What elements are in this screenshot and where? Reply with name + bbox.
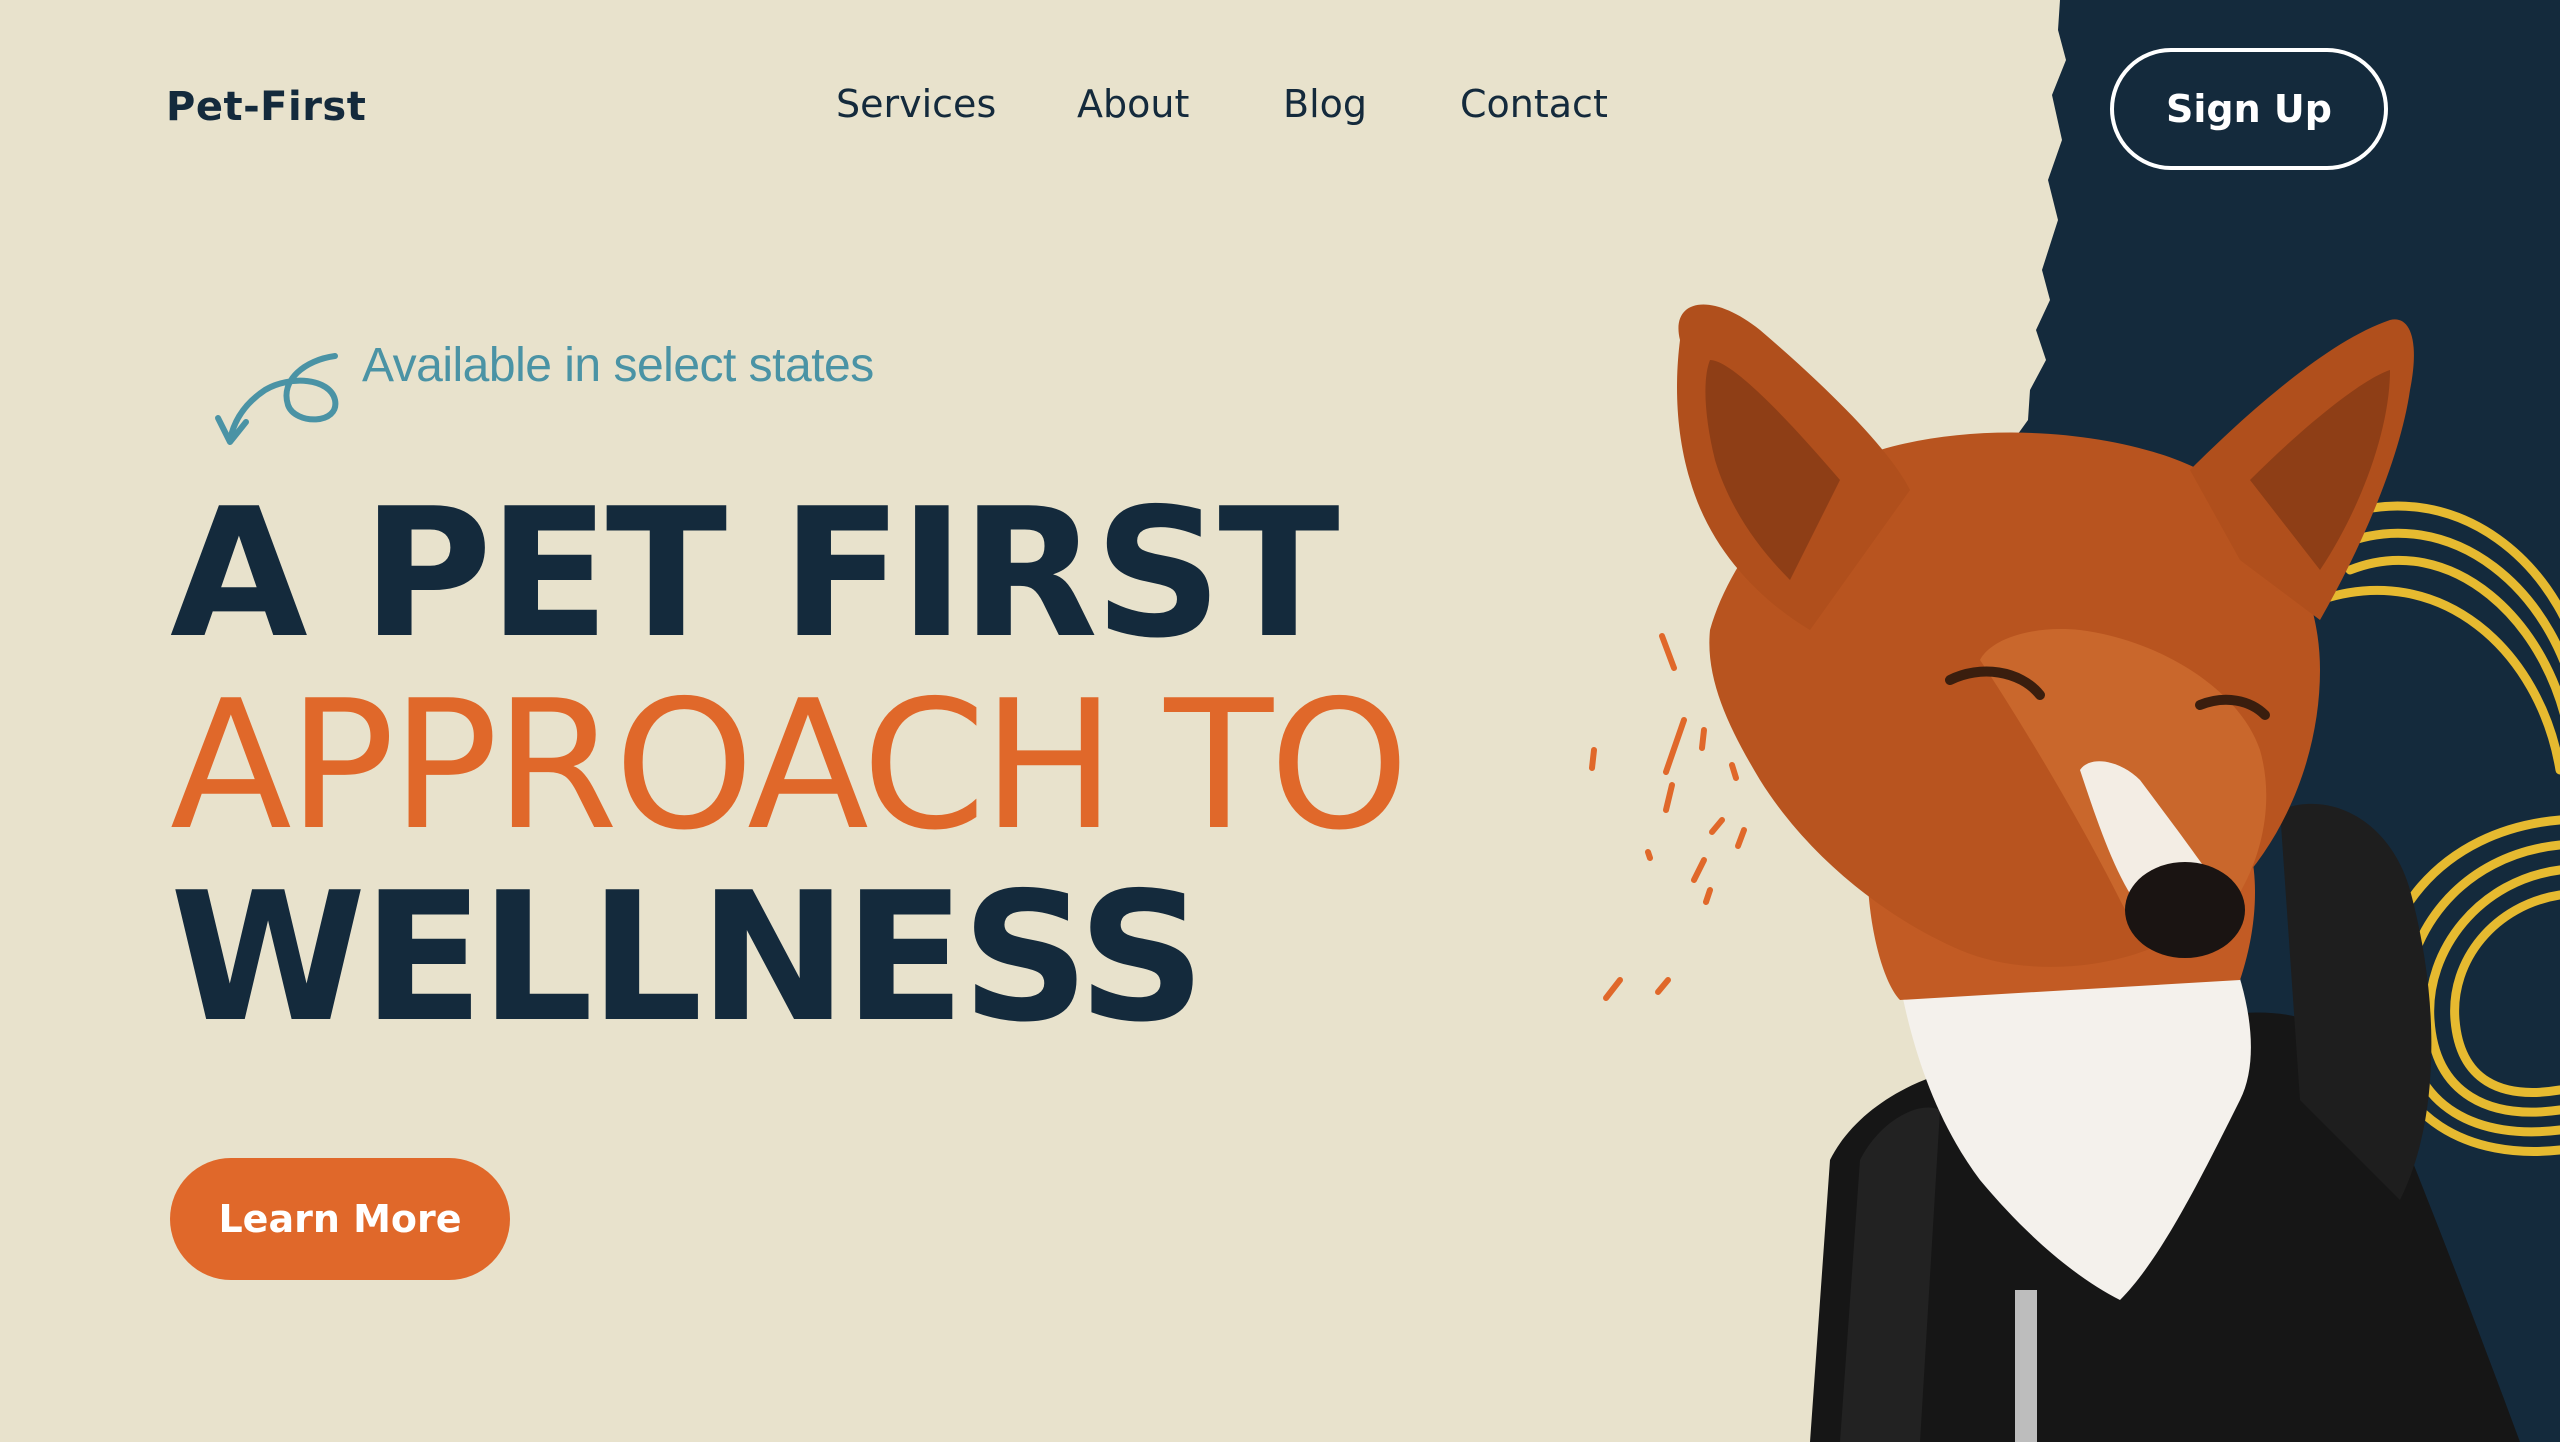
nav-services[interactable]: Services: [836, 82, 996, 126]
sign-up-button[interactable]: Sign Up: [2110, 48, 2388, 170]
availability-tagline: Available in select states: [362, 339, 874, 392]
curly-arrow-icon: [215, 353, 339, 445]
learn-more-button[interactable]: Learn More: [170, 1158, 510, 1280]
nav-blog[interactable]: Blog: [1283, 82, 1367, 126]
headline-line-2: APPROACH TO: [170, 662, 1409, 869]
headline-line-1: A PET FIRST: [170, 470, 1340, 677]
headline-line-3: WELLNESS: [170, 854, 1206, 1061]
nav-about[interactable]: About: [1077, 82, 1189, 126]
hero-headline: A PET FIRST APPROACH TO WELLNESS: [170, 470, 1409, 1061]
landing-page: Pet-First Services About Blog Contact Si…: [0, 0, 2560, 1442]
nav-contact[interactable]: Contact: [1460, 82, 1608, 126]
dog-in-hoodie-image: [1677, 304, 2520, 1442]
site-logo[interactable]: Pet-First: [166, 84, 366, 130]
